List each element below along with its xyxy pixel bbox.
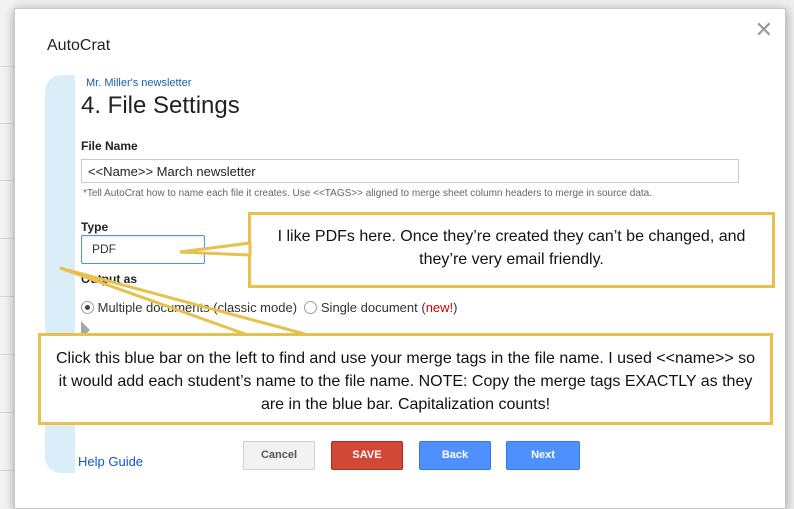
file-name-hint: *Tell AutoCrat how to name each file it …	[83, 188, 653, 199]
help-guide-link[interactable]: Help Guide	[78, 454, 143, 469]
file-name-input[interactable]	[81, 159, 739, 183]
pdf-annotation-callout: I like PDFs here. Once they’re created t…	[248, 212, 775, 288]
spreadsheet-gridline	[0, 412, 14, 413]
spreadsheet-gridline	[0, 180, 14, 181]
next-button[interactable]: Next	[506, 441, 580, 470]
page-title: 4. File Settings	[81, 92, 240, 119]
spreadsheet-gridline	[0, 66, 14, 67]
file-name-label: File Name	[81, 139, 138, 153]
radio-single-document[interactable]	[304, 301, 318, 314]
spreadsheet-background	[0, 0, 14, 509]
output-as-label: Output as	[81, 272, 137, 286]
close-icon[interactable]: ✕	[755, 17, 773, 43]
save-button[interactable]: SAVE	[331, 441, 403, 470]
spreadsheet-gridline	[0, 238, 14, 239]
new-tag-open: (	[417, 300, 426, 315]
option-multiple-label[interactable]: Multiple documents (classic mode)	[98, 300, 297, 315]
option-single-label[interactable]: Single document	[321, 300, 418, 315]
type-label: Type	[81, 220, 109, 234]
job-name-breadcrumb: Mr. Miller's newsletter	[86, 77, 192, 89]
blue-bar-annotation-callout: Click this blue bar on the left to find …	[38, 333, 773, 425]
spreadsheet-gridline	[0, 296, 14, 297]
new-badge: new!	[425, 300, 454, 315]
cancel-button[interactable]: Cancel	[243, 441, 315, 470]
type-select[interactable]: PDF	[81, 235, 205, 264]
back-button[interactable]: Back	[419, 441, 491, 470]
spreadsheet-background-right	[786, 0, 794, 509]
spreadsheet-gridline	[0, 470, 14, 471]
output-options: Multiple documents (classic mode) Single…	[81, 300, 458, 315]
radio-multiple-documents[interactable]	[81, 301, 94, 314]
dialog-title: AutoCrat	[47, 37, 111, 54]
spreadsheet-gridline	[0, 354, 14, 355]
spreadsheet-gridline	[0, 123, 14, 124]
new-tag-close: )	[453, 300, 458, 315]
